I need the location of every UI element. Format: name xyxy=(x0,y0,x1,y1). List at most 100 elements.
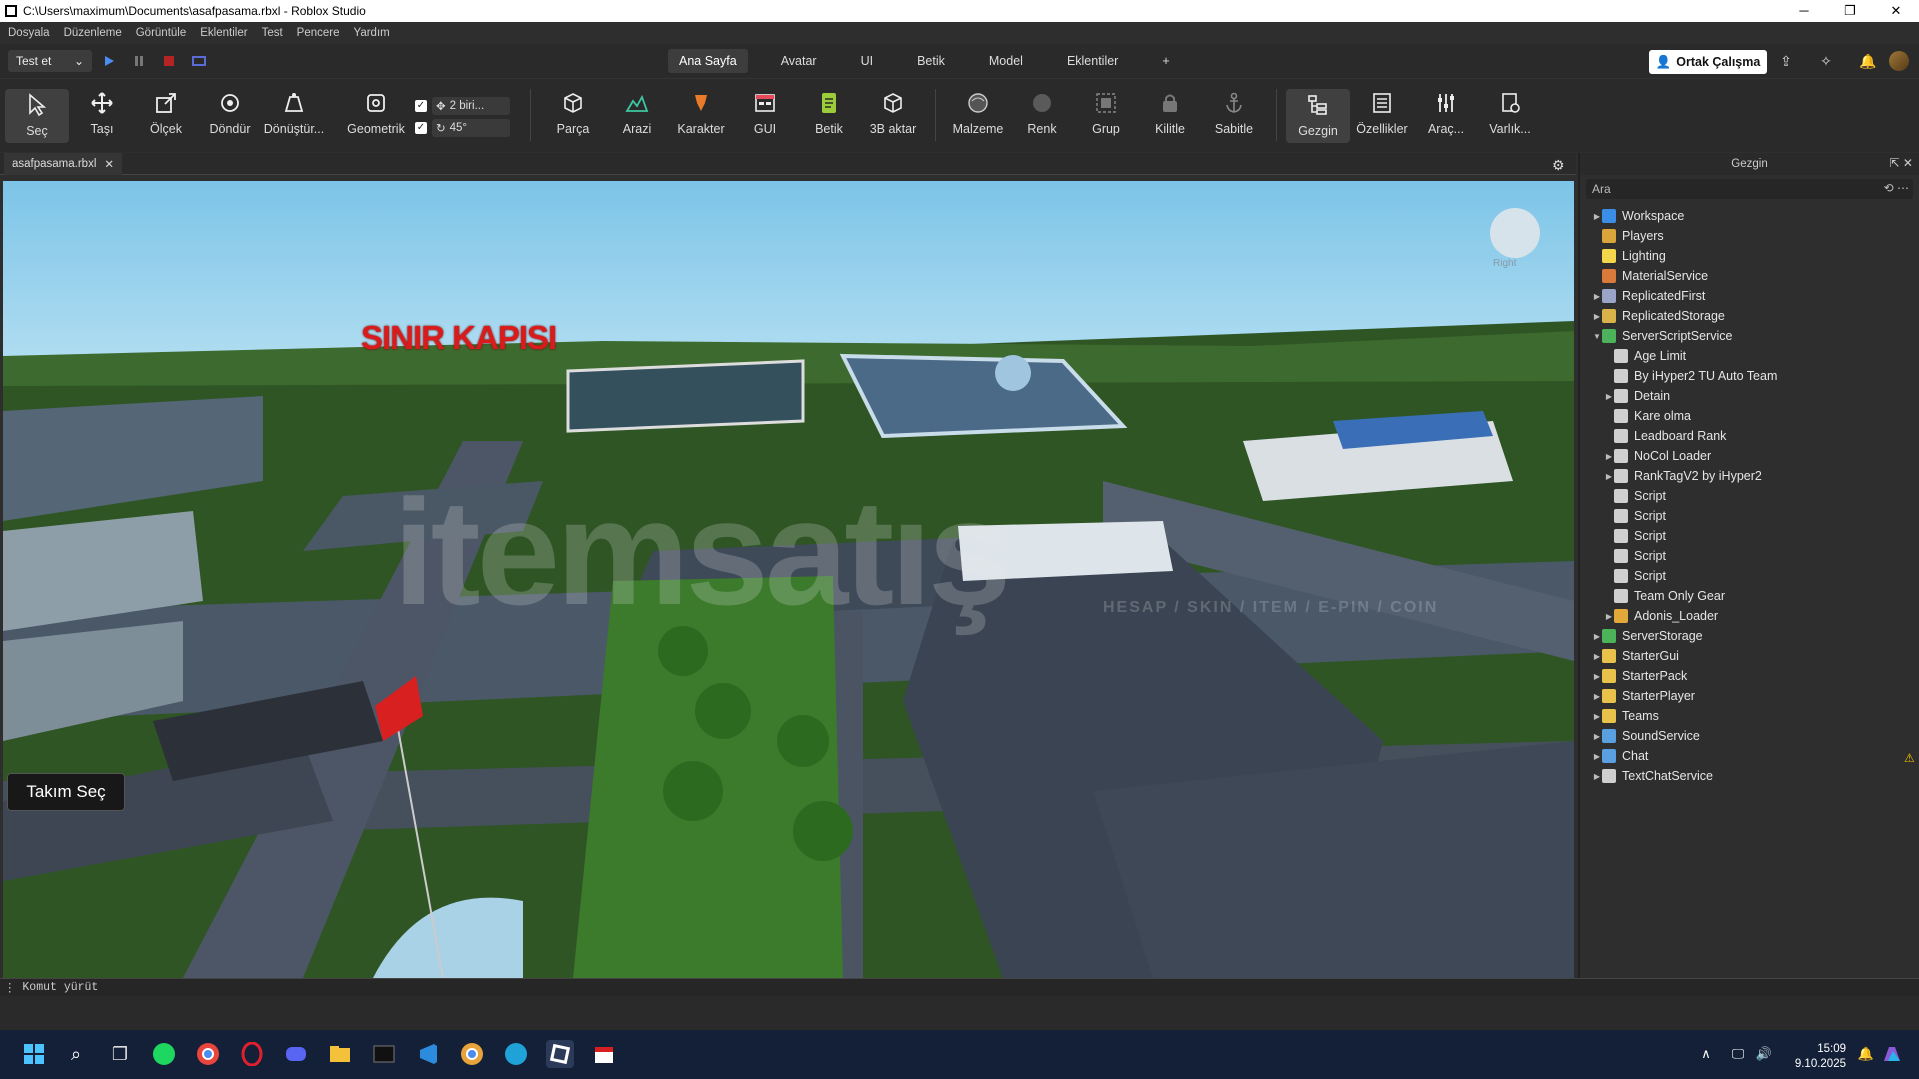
group-tool[interactable]: Grup xyxy=(1074,87,1138,136)
explorer-item[interactable]: ▶ TextChatService xyxy=(1580,766,1919,786)
explorer-item[interactable]: ▶ StarterPack xyxy=(1580,666,1919,686)
collapsed-arrow-icon[interactable]: ▶ xyxy=(1592,772,1602,781)
tab-home[interactable]: Ana Sayfa xyxy=(668,49,748,73)
share-icon[interactable]: ⇪ xyxy=(1778,53,1794,69)
collapsed-arrow-icon[interactable]: ▶ xyxy=(1592,212,1602,221)
collaborate-button[interactable]: 👤 Ortak Çalışma xyxy=(1649,50,1767,74)
search-icon[interactable]: ⌕ xyxy=(62,1040,90,1068)
explorer-panel-button[interactable]: Gezgin xyxy=(1286,89,1350,143)
explorer-item[interactable]: Kare olma xyxy=(1580,406,1919,426)
roblox-studio-taskbar-icon[interactable] xyxy=(546,1040,574,1068)
material-tool[interactable]: Malzeme xyxy=(946,87,1010,136)
explorer-item[interactable]: Script xyxy=(1580,506,1919,526)
chrome-icon[interactable] xyxy=(194,1040,222,1068)
color-tool[interactable]: Renk xyxy=(1010,87,1074,136)
opera-icon[interactable] xyxy=(238,1040,266,1068)
explorer-item[interactable]: Leadboard Rank xyxy=(1580,426,1919,446)
chrome-dev-icon[interactable] xyxy=(458,1040,486,1068)
explorer-item[interactable]: Script xyxy=(1580,526,1919,546)
3d-viewport[interactable]: Right itemsatış HESAP / SKIN / ITEM / E-… xyxy=(3,181,1574,978)
tab-ui[interactable]: UI xyxy=(850,49,885,73)
terminal-icon[interactable] xyxy=(370,1040,398,1068)
ai-assistant-icon[interactable]: ✧ xyxy=(1818,53,1834,69)
import-3d-tool[interactable]: 3B aktar xyxy=(861,87,925,136)
menu-plugins[interactable]: Eklentiler xyxy=(200,27,247,39)
script-tool[interactable]: Betik xyxy=(797,87,861,136)
transform-tool[interactable]: Dönüştür... xyxy=(262,87,326,136)
explorer-item[interactable]: ▼ ServerScriptService xyxy=(1580,326,1919,346)
collapsed-arrow-icon[interactable]: ▶ xyxy=(1592,672,1602,681)
vscode-icon[interactable] xyxy=(414,1040,442,1068)
menu-test[interactable]: Test xyxy=(262,27,283,39)
select-tool[interactable]: Seç xyxy=(5,89,69,143)
windows-start-icon[interactable] xyxy=(20,1040,48,1068)
collapsed-arrow-icon[interactable]: ▶ xyxy=(1604,392,1614,401)
tab-model[interactable]: Model xyxy=(978,49,1034,73)
collapsed-arrow-icon[interactable]: ▶ xyxy=(1592,312,1602,321)
close-window-button[interactable]: ✕ xyxy=(1873,3,1919,19)
rotate-snap-checkbox[interactable]: ✓ xyxy=(415,122,427,134)
collapsed-arrow-icon[interactable]: ▶ xyxy=(1604,612,1614,621)
user-avatar[interactable] xyxy=(1889,51,1909,71)
terrain-tool[interactable]: Arazi xyxy=(605,87,669,136)
collapsed-arrow-icon[interactable]: ▶ xyxy=(1592,292,1602,301)
menu-window[interactable]: Pencere xyxy=(297,27,340,39)
explorer-item[interactable]: Script xyxy=(1580,486,1919,506)
asset-manager-button[interactable]: Varlık... xyxy=(1478,87,1542,136)
menu-edit[interactable]: Düzenleme xyxy=(64,27,122,39)
explorer-search-input[interactable]: Ara ⟲ ⋯ xyxy=(1586,179,1913,199)
collapsed-arrow-icon[interactable]: ▶ xyxy=(1592,732,1602,741)
rotate-tool[interactable]: Döndür xyxy=(198,87,262,136)
explorer-item[interactable]: ▶ Teams xyxy=(1580,706,1919,726)
maximize-button[interactable]: ❐ xyxy=(1827,3,1873,19)
collapsed-arrow-icon[interactable]: ▶ xyxy=(1604,472,1614,481)
explorer-item[interactable]: ▶ Chat xyxy=(1580,746,1919,766)
volume-icon[interactable]: 🔊 xyxy=(1750,1040,1778,1068)
explorer-item[interactable]: ▶ Workspace xyxy=(1580,206,1919,226)
move-snap-checkbox[interactable]: ✓ xyxy=(415,100,427,112)
tray-chevron-up-icon[interactable]: ∧ xyxy=(1692,1040,1720,1068)
explorer-item[interactable]: Age Limit xyxy=(1580,346,1919,366)
part-tool[interactable]: Parça xyxy=(541,87,605,136)
stop-button[interactable] xyxy=(156,50,182,72)
copilot-icon[interactable] xyxy=(1878,1040,1906,1068)
collapsed-arrow-icon[interactable]: ▶ xyxy=(1592,652,1602,661)
gear-icon[interactable]: ⚙ xyxy=(1552,157,1565,174)
move-snap-input[interactable]: ✥ 2 biri... xyxy=(432,97,510,115)
explorer-item[interactable]: ▶ RankTagV2 by iHyper2 xyxy=(1580,466,1919,486)
menu-view[interactable]: Görüntüle xyxy=(136,27,187,39)
collapsed-arrow-icon[interactable]: ▶ xyxy=(1592,692,1602,701)
expanded-arrow-icon[interactable]: ▼ xyxy=(1592,332,1602,341)
explorer-item[interactable]: ▶ SoundService xyxy=(1580,726,1919,746)
menu-help[interactable]: Yardım xyxy=(354,27,390,39)
notifications-icon[interactable]: 🔔 xyxy=(1859,53,1876,69)
explorer-item[interactable]: Team Only Gear xyxy=(1580,586,1919,606)
character-tool[interactable]: Karakter xyxy=(669,87,733,136)
file-explorer-icon[interactable] xyxy=(326,1040,354,1068)
properties-panel-button[interactable]: Özellikler xyxy=(1350,87,1414,136)
explorer-item[interactable]: ▶ NoCol Loader xyxy=(1580,446,1919,466)
notification-bell-icon[interactable]: 🔔 xyxy=(1852,1040,1880,1068)
collapsed-arrow-icon[interactable]: ▶ xyxy=(1592,752,1602,761)
close-tab-icon[interactable]: ✕ xyxy=(104,157,114,171)
spotify-icon[interactable] xyxy=(150,1040,178,1068)
edge-icon[interactable] xyxy=(502,1040,530,1068)
add-tab-button[interactable]: + xyxy=(1151,49,1180,73)
explorer-item[interactable]: ▶ ReplicatedFirst xyxy=(1580,286,1919,306)
task-view-icon[interactable]: ❐ xyxy=(106,1040,134,1068)
gui-tool[interactable]: GUI xyxy=(733,87,797,136)
tab-script[interactable]: Betik xyxy=(906,49,956,73)
minimize-button[interactable]: ─ xyxy=(1781,3,1827,19)
scale-tool[interactable]: Ölçek xyxy=(134,87,198,136)
collapsed-arrow-icon[interactable]: ▶ xyxy=(1592,712,1602,721)
explorer-item[interactable]: ▶ Detain xyxy=(1580,386,1919,406)
anchor-tool[interactable]: Sabitle xyxy=(1202,87,1266,136)
pause-button[interactable] xyxy=(126,50,152,72)
panel-controls[interactable]: ⇱ ✕ xyxy=(1890,156,1913,170)
explorer-item[interactable]: Script xyxy=(1580,566,1919,586)
team-select-button[interactable]: Takım Seç xyxy=(7,773,125,811)
tab-plugins[interactable]: Eklentiler xyxy=(1056,49,1129,73)
collapsed-arrow-icon[interactable]: ▶ xyxy=(1604,452,1614,461)
lock-tool[interactable]: Kilitle xyxy=(1138,87,1202,136)
device-emulator-button[interactable] xyxy=(186,50,212,72)
